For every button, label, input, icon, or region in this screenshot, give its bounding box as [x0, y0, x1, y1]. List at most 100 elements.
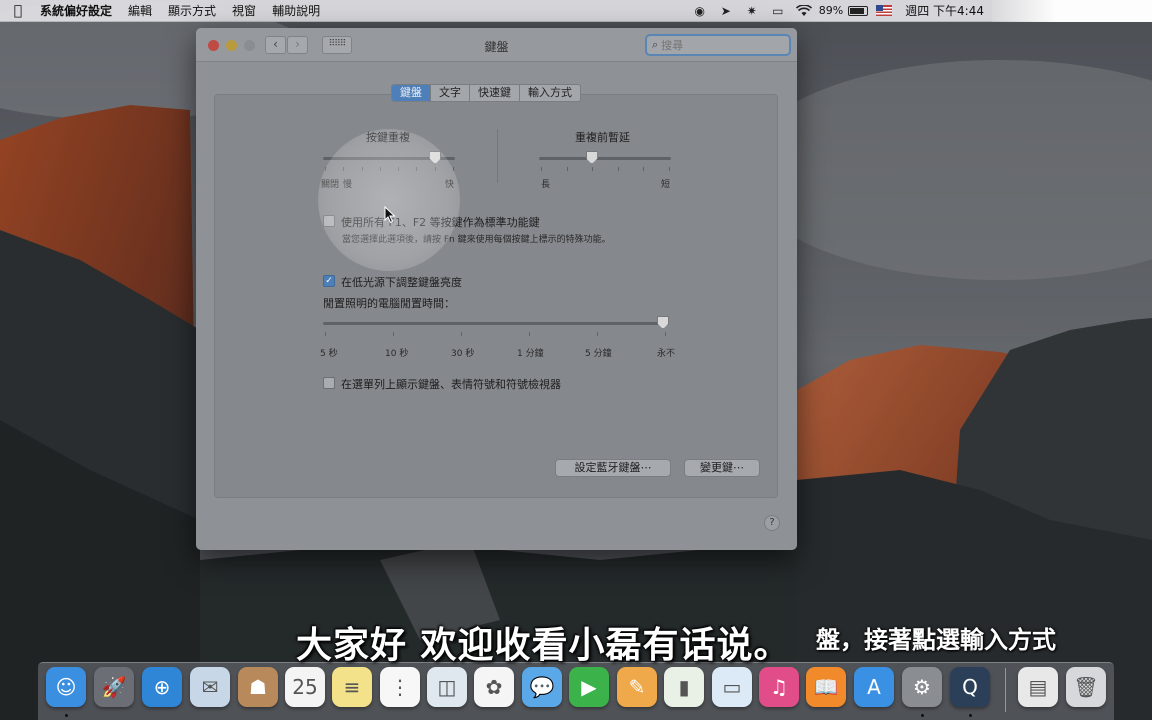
preview-icon: ◫ — [437, 675, 457, 699]
tab-input-sources[interactable]: 輸入方式 — [520, 85, 580, 101]
stamp-icon: ✉ — [201, 675, 219, 699]
key-repeat-tick — [453, 167, 454, 171]
trash-icon: 🗑 — [1073, 675, 1099, 699]
airplay-icon[interactable]: ▭ — [765, 0, 791, 22]
gear-icon: ⚙ — [913, 675, 931, 699]
delay-tick — [566, 167, 568, 171]
app-store-dock-item[interactable]: A — [854, 667, 894, 707]
idle-slider[interactable] — [657, 316, 669, 329]
fn-keys-checkbox[interactable] — [323, 215, 335, 227]
tab-bar: 鍵盤 文字 快速鍵 輸入方式 — [391, 84, 581, 102]
tab-keyboard[interactable]: 鍵盤 — [392, 85, 431, 101]
calendar-icon: 25 — [292, 675, 318, 699]
finder-dock-item[interactable]: ☺ — [46, 667, 86, 707]
system-preferences-dock-item[interactable]: ⚙ — [902, 667, 942, 707]
delay-tick — [669, 167, 670, 171]
key-repeat-tick — [343, 167, 345, 171]
rocket-icon: 🚀 — [101, 675, 127, 699]
appstore-icon: A — [867, 675, 881, 699]
search-field[interactable]: ⌕ — [645, 34, 791, 56]
messages-icon: 💬 — [529, 675, 555, 699]
contacts-dock-item[interactable]: ☗ — [238, 667, 278, 707]
menu-window[interactable]: 視窗 — [224, 2, 264, 19]
notes-dock-item[interactable]: ≡ — [332, 667, 372, 707]
reminders-icon: ⋮ — [390, 675, 410, 699]
delay-slider[interactable] — [585, 151, 598, 164]
key-repeat-label-off: 關閉 — [321, 180, 340, 190]
search-input[interactable] — [661, 38, 772, 52]
battery-percent: 89% — [818, 4, 844, 17]
brightness-icon[interactable]: ✷ — [739, 0, 765, 22]
keyboard-preferences-window: ‹ › ⠿⠿⠿ 鍵盤 ⌕ 鍵盤 文字 快速鍵 輸入方式 按鍵重複 關閉 慢 快 … — [196, 28, 797, 550]
keynote-dock-item[interactable]: ▭ — [712, 667, 752, 707]
setup-bluetooth-keyboard-button[interactable]: 設定藍牙鍵盤⋯ — [555, 459, 671, 477]
idle-label-5m: 5 分鐘 — [585, 349, 612, 359]
modifier-keys-button[interactable]: 變更鍵⋯ — [684, 459, 760, 477]
menu-clock[interactable]: 週四 下午4:44 — [897, 2, 992, 19]
reminders-dock-item[interactable]: ⋮ — [380, 667, 420, 707]
idle-tick — [461, 332, 462, 336]
preview-dock-item[interactable]: ◫ — [427, 667, 467, 707]
pages-dock-item[interactable]: ✎ — [617, 667, 657, 707]
tab-shortcuts[interactable]: 快速鍵 — [470, 85, 520, 101]
documents-dock-item[interactable]: ▤ — [1018, 667, 1058, 707]
location-icon[interactable]: ➤ — [713, 0, 739, 22]
idle-tick — [325, 332, 326, 336]
book-icon: 📖 — [813, 675, 839, 699]
pages-icon: ✎ — [628, 675, 646, 699]
idle-label-1m: 1 分鐘 — [517, 349, 544, 359]
delay-track — [539, 157, 671, 160]
delay-tick — [617, 167, 619, 171]
key-repeat-tick — [398, 167, 400, 171]
wifi-icon[interactable] — [791, 0, 817, 22]
photos-icon: ✿ — [485, 675, 503, 699]
idle-label-5s: 5 秒 — [320, 349, 338, 359]
idle-tick — [597, 332, 598, 336]
help-button[interactable]: ? — [764, 515, 780, 531]
ibooks-dock-item[interactable]: 📖 — [806, 667, 846, 707]
checkmark-icon: ✓ — [325, 276, 333, 286]
us-flag-icon[interactable] — [871, 0, 897, 22]
calendar-dock-item[interactable]: 25 — [285, 667, 325, 707]
quicktime-running-indicator — [969, 714, 972, 717]
finder-running-indicator — [65, 714, 68, 717]
menubar-viewer-checkbox[interactable] — [323, 377, 335, 389]
photos-dock-item[interactable]: ✿ — [474, 667, 514, 707]
delay-title: 重複前暫延 — [575, 131, 630, 144]
menu-edit[interactable]: 編輯 — [120, 2, 160, 19]
delay-label-short: 短 — [661, 180, 671, 190]
dock-separator — [1005, 668, 1006, 712]
idle-title: 閒置照明的電腦閒置時間： — [323, 297, 455, 310]
record-icon[interactable]: ◉ — [687, 0, 713, 22]
safari-dock-item[interactable]: ⊕ — [142, 667, 182, 707]
idle-track — [323, 322, 669, 325]
numbers-dock-item[interactable]: ▮ — [664, 667, 704, 707]
idle-label-never: 永不 — [657, 349, 676, 359]
menu-app-name[interactable]: 系統偏好設定 — [36, 2, 120, 19]
backlight-label: 在低光源下調整鍵盤亮度 — [341, 276, 462, 289]
itunes-dock-item[interactable]: ♫ — [759, 667, 799, 707]
notes-icon: ≡ — [343, 675, 361, 699]
mouse-pointer-icon — [384, 206, 396, 224]
key-repeat-tick — [416, 167, 418, 171]
quicktime-dock-item[interactable]: Q — [950, 667, 990, 707]
facetime-dock-item[interactable]: ▶ — [569, 667, 609, 707]
backlight-checkbox[interactable]: ✓ — [323, 275, 335, 287]
delay-label-long: 長 — [541, 180, 551, 190]
key-repeat-slider[interactable] — [429, 151, 442, 164]
mail-dock-item[interactable]: ✉ — [190, 667, 230, 707]
apple-menu-icon[interactable]:  — [0, 3, 36, 19]
battery-icon[interactable] — [845, 0, 871, 22]
launchpad-dock-item[interactable]: 🚀 — [94, 667, 134, 707]
key-repeat-label-fast: 快 — [445, 180, 455, 190]
idle-label-30s: 30 秒 — [451, 349, 475, 359]
quicktime-icon: Q — [962, 675, 978, 699]
trash-dock-item[interactable]: 🗑 — [1066, 667, 1106, 707]
menubar-viewer-label: 在選單列上顯示鍵盤、表情符號和符號檢視器 — [341, 378, 561, 391]
idle-tick — [665, 332, 666, 336]
messages-dock-item[interactable]: 💬 — [522, 667, 562, 707]
menu-help[interactable]: 輔助說明 — [264, 2, 328, 19]
menu-view[interactable]: 顯示方式 — [160, 2, 224, 19]
window-titlebar: ‹ › ⠿⠿⠿ 鍵盤 ⌕ — [196, 28, 797, 62]
tab-text[interactable]: 文字 — [431, 85, 470, 101]
